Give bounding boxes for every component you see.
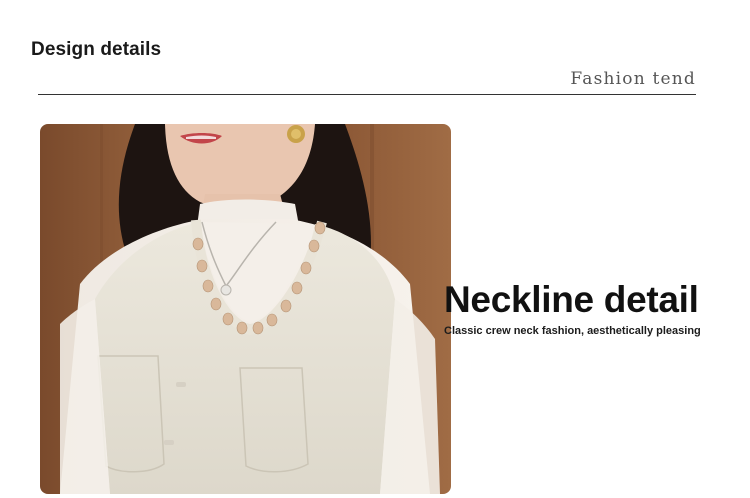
product-photo [40, 124, 451, 494]
header-divider [38, 94, 696, 95]
product-photo-illustration [40, 124, 451, 494]
section-subtitle: Fashion tend [570, 69, 696, 89]
feature-description: Classic crew neck fashion, aesthetically… [444, 325, 701, 337]
feature-title: Neckline detail [444, 279, 699, 320]
section-title: Design details [31, 39, 162, 60]
